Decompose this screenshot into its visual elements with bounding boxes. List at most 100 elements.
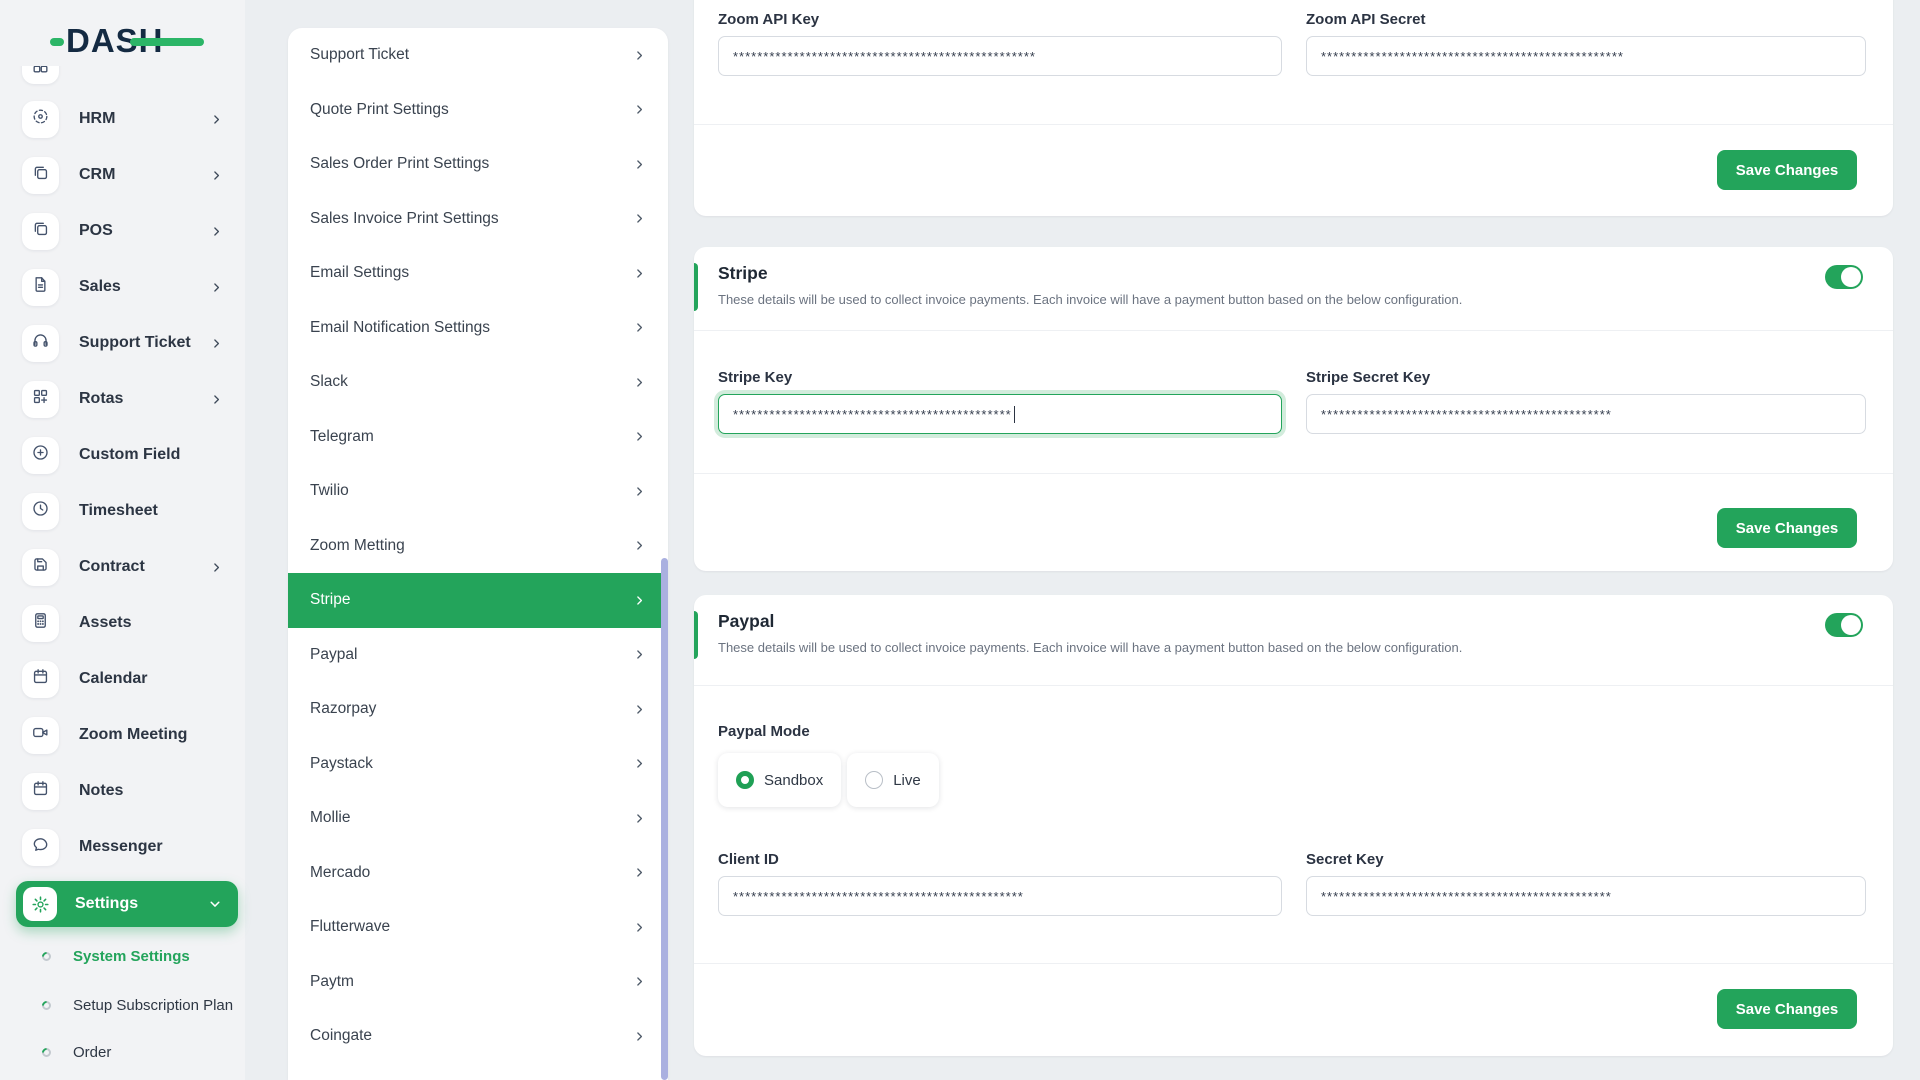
stripe-enabled-toggle[interactable] bbox=[1825, 265, 1863, 289]
chevron-right-icon bbox=[633, 267, 646, 280]
sidebar-item[interactable]: Custom Field bbox=[0, 427, 245, 483]
settings-nav-item[interactable]: Skrill bbox=[288, 1064, 668, 1080]
divider bbox=[694, 124, 1893, 125]
settings-nav-item[interactable]: Quote Print Settings bbox=[288, 83, 668, 138]
zoom-api-secret-label: Zoom API Secret bbox=[1306, 11, 1426, 28]
settings-nav-item[interactable]: Telegram bbox=[288, 410, 668, 465]
chevron-right-icon bbox=[633, 376, 646, 389]
settings-nav-item[interactable]: Mollie bbox=[288, 791, 668, 846]
settings-nav-item[interactable]: Paytm bbox=[288, 955, 668, 1010]
paypal-mode-option[interactable]: Sandbox bbox=[718, 753, 842, 807]
chevron-right-icon bbox=[633, 757, 646, 770]
settings-nav-item[interactable]: Paypal bbox=[288, 628, 668, 683]
settings-nav-item[interactable]: Flutterwave bbox=[288, 900, 668, 955]
zoom-api-key-label: Zoom API Key bbox=[718, 11, 820, 28]
paypal-mode-group: Sandbox Live bbox=[718, 753, 939, 807]
chevron-right-icon bbox=[633, 321, 646, 334]
sidebar-item-label: Support Ticket bbox=[79, 334, 191, 351]
settings-nav-panel: Support Ticket Quote Print Settings Sale… bbox=[288, 28, 668, 1080]
radio-icon[interactable] bbox=[865, 771, 884, 789]
sidebar-menu-list: HRM CRM POS Sales Support Ticket Rotas C… bbox=[0, 91, 245, 875]
sidebar-subitem-setup-subscription-plan[interactable]: Setup Subscription Plan bbox=[0, 985, 245, 1025]
sidebar-item-settings[interactable]: Settings bbox=[16, 881, 238, 927]
hrm-icon bbox=[31, 107, 50, 131]
zoom-api-secret-input[interactable]: ****************************************… bbox=[1306, 36, 1866, 76]
divider bbox=[694, 685, 1893, 686]
sidebar-item[interactable]: Assets bbox=[0, 595, 245, 651]
gear-icon bbox=[31, 895, 50, 914]
settings-nav-item[interactable]: Razorpay bbox=[288, 682, 668, 737]
sidebar-subitem-order[interactable]: Order bbox=[0, 1032, 245, 1072]
stripe-key-input[interactable]: ****************************************… bbox=[718, 394, 1282, 434]
logo-green-bar bbox=[130, 38, 204, 46]
partial-menu-item[interactable] bbox=[22, 66, 59, 84]
app-logo[interactable]: DASH bbox=[50, 20, 204, 62]
paypal-section-title: Paypal bbox=[718, 611, 775, 631]
sidebar-item[interactable]: CRM bbox=[0, 147, 245, 203]
settings-nav-item[interactable]: Stripe bbox=[288, 573, 668, 628]
sidebar-item-label: Calendar bbox=[79, 670, 148, 687]
bullet-icon bbox=[40, 998, 53, 1012]
panel-scrollbar[interactable] bbox=[661, 558, 668, 1080]
paypal-mode-option[interactable]: Live bbox=[847, 753, 939, 807]
sidebar-item[interactable]: Messenger bbox=[0, 819, 245, 875]
chevron-right-icon bbox=[633, 703, 646, 716]
save-changes-button[interactable]: Save Changes bbox=[1717, 508, 1857, 548]
settings-nav-item[interactable]: Sales Invoice Print Settings bbox=[288, 192, 668, 247]
chevron-right-icon bbox=[210, 225, 223, 238]
radio-icon[interactable] bbox=[736, 771, 754, 789]
stripe-secret-key-input[interactable]: ****************************************… bbox=[1306, 394, 1866, 434]
settings-nav-item[interactable]: Mercado bbox=[288, 846, 668, 901]
sidebar-item[interactable]: Rotas bbox=[0, 371, 245, 427]
stripe-section-description: These details will be used to collect in… bbox=[718, 292, 1463, 307]
stripe-settings-card: Stripe These details will be used to col… bbox=[694, 247, 1893, 571]
settings-nav-item[interactable]: Email Notification Settings bbox=[288, 301, 668, 356]
settings-nav-item[interactable]: Email Settings bbox=[288, 246, 668, 301]
rotas-icon bbox=[31, 387, 50, 411]
chevron-right-icon bbox=[633, 594, 646, 607]
support-ticket-icon bbox=[31, 331, 50, 355]
sidebar-subitem-system-settings[interactable]: System Settings bbox=[0, 936, 245, 976]
secret-key-input[interactable]: ****************************************… bbox=[1306, 876, 1866, 916]
divider bbox=[694, 963, 1893, 964]
client-id-input[interactable]: ****************************************… bbox=[718, 876, 1282, 916]
dashboard-icon bbox=[31, 66, 50, 75]
sidebar-item-label: HRM bbox=[79, 110, 116, 127]
sidebar-item[interactable]: Contract bbox=[0, 539, 245, 595]
sidebar-item[interactable]: Timesheet bbox=[0, 483, 245, 539]
chevron-right-icon bbox=[633, 812, 646, 825]
chevron-right-icon bbox=[633, 921, 646, 934]
sales-icon bbox=[31, 275, 50, 299]
chevron-down-icon bbox=[208, 897, 222, 911]
sidebar-item-label: Contract bbox=[79, 558, 145, 575]
sidebar-item[interactable]: Sales bbox=[0, 259, 245, 315]
zoom-api-key-input[interactable]: ****************************************… bbox=[718, 36, 1282, 76]
messenger-icon bbox=[31, 835, 50, 859]
chevron-right-icon bbox=[633, 103, 646, 116]
chevron-right-icon bbox=[210, 169, 223, 182]
settings-nav-item[interactable]: Coingate bbox=[288, 1009, 668, 1064]
settings-nav-item[interactable]: Slack bbox=[288, 355, 668, 410]
settings-nav-item[interactable]: Sales Order Print Settings bbox=[288, 137, 668, 192]
text-caret bbox=[1013, 405, 1016, 423]
sidebar-item[interactable]: Support Ticket bbox=[0, 315, 245, 371]
sidebar-item[interactable]: POS bbox=[0, 203, 245, 259]
section-accent-bar bbox=[694, 611, 698, 659]
settings-nav-item[interactable]: Zoom Metting bbox=[288, 519, 668, 574]
settings-nav-item[interactable]: Support Ticket bbox=[288, 28, 668, 83]
sidebar-item-label: Sales bbox=[79, 278, 121, 295]
sidebar-menu: HRM CRM POS Sales Support Ticket Rotas C… bbox=[0, 66, 245, 878]
sidebar-item[interactable]: Calendar bbox=[0, 651, 245, 707]
sidebar-item[interactable]: HRM bbox=[0, 91, 245, 147]
settings-nav-list: Support Ticket Quote Print Settings Sale… bbox=[288, 28, 668, 1080]
chevron-right-icon bbox=[633, 866, 646, 879]
settings-nav-item[interactable]: Twilio bbox=[288, 464, 668, 519]
paypal-section-description: These details will be used to collect in… bbox=[718, 640, 1463, 655]
paypal-enabled-toggle[interactable] bbox=[1825, 613, 1863, 637]
sidebar-item[interactable]: Notes bbox=[0, 763, 245, 819]
sidebar-item-label: Notes bbox=[79, 782, 124, 799]
save-changes-button[interactable]: Save Changes bbox=[1717, 150, 1857, 190]
save-changes-button[interactable]: Save Changes bbox=[1717, 989, 1857, 1029]
settings-nav-item[interactable]: Paystack bbox=[288, 737, 668, 792]
sidebar-item[interactable]: Zoom Meeting bbox=[0, 707, 245, 763]
